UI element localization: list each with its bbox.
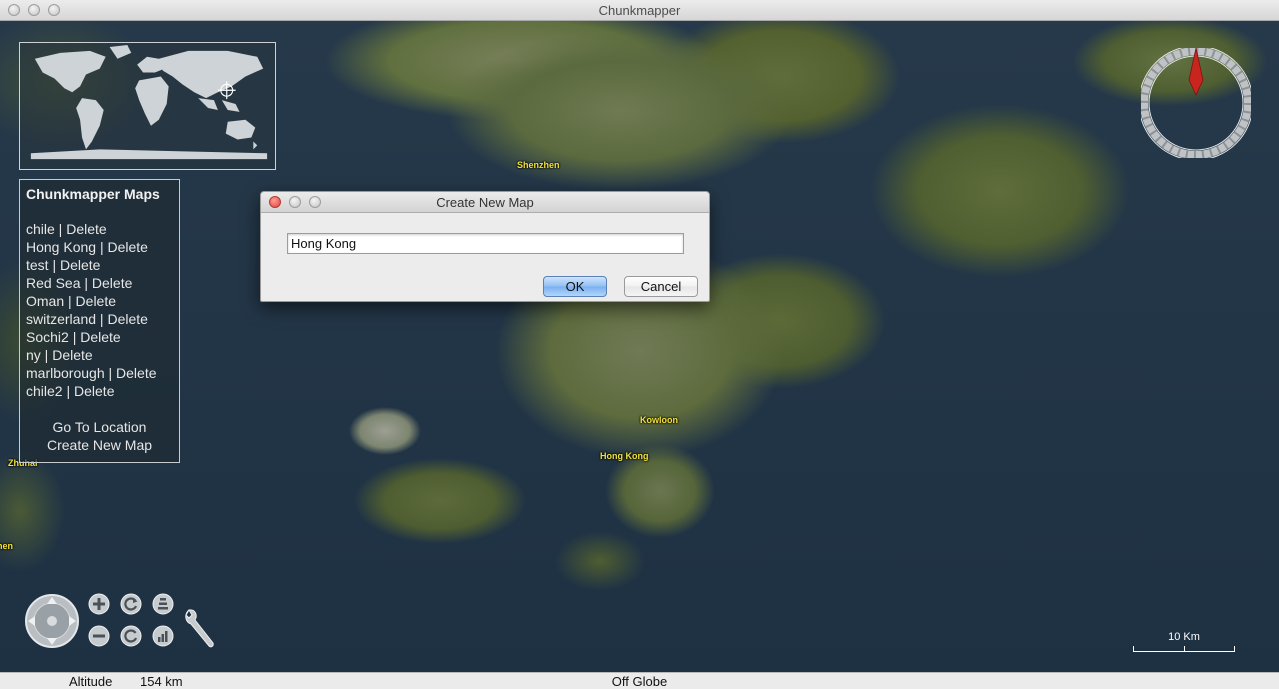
separator: | bbox=[96, 311, 108, 327]
map-label-hong-kong: Hong Kong bbox=[600, 451, 649, 461]
scale-label: 10 Km bbox=[1168, 631, 1200, 643]
map-label-edge: nen bbox=[0, 541, 14, 551]
delete-map-link[interactable]: Delete bbox=[107, 311, 147, 327]
delete-map-link[interactable]: Delete bbox=[92, 275, 132, 291]
window-title: Chunkmapper bbox=[598, 3, 681, 18]
window-titlebar: Chunkmapper bbox=[0, 0, 1279, 21]
zoom-in-icon[interactable] bbox=[88, 593, 110, 615]
zoom-out-icon[interactable] bbox=[88, 625, 110, 647]
separator: | bbox=[80, 275, 92, 291]
cursor-position-readout: Off Globe bbox=[611, 674, 668, 689]
rotate-right-icon[interactable] bbox=[120, 625, 142, 647]
separator: | bbox=[104, 365, 117, 381]
map-list-item: marlborough | Delete bbox=[26, 364, 179, 382]
map-name-link[interactable]: switzerland bbox=[26, 311, 96, 327]
separator: | bbox=[96, 239, 108, 255]
map-list-item: switzerland | Delete bbox=[26, 310, 179, 328]
delete-map-link[interactable]: Delete bbox=[52, 347, 92, 363]
tilt-down-icon[interactable] bbox=[152, 625, 174, 647]
compass-icon[interactable] bbox=[1138, 45, 1254, 161]
map-name-link[interactable]: marlborough bbox=[26, 365, 105, 381]
map-list-item: ny | Delete bbox=[26, 346, 179, 364]
separator: | bbox=[64, 293, 76, 309]
map-name-link[interactable]: test bbox=[26, 257, 49, 273]
scale-bar: 10 Km bbox=[1132, 631, 1236, 653]
map-name-link[interactable]: Sochi2 bbox=[26, 329, 69, 345]
world-map-graphic bbox=[30, 44, 268, 160]
cancel-button[interactable]: Cancel bbox=[624, 276, 698, 297]
scale-bar-tick bbox=[1184, 646, 1185, 652]
separator: | bbox=[48, 257, 60, 273]
rotate-left-icon[interactable] bbox=[120, 593, 142, 615]
delete-map-link[interactable]: Delete bbox=[80, 329, 120, 345]
globe-map-view[interactable]: Shenzhen Kowloon Hong Kong Zhuhai nen bbox=[0, 21, 1279, 672]
map-name-link[interactable]: ny bbox=[26, 347, 41, 363]
map-label-kowloon: Kowloon bbox=[640, 415, 678, 425]
map-list-item: chile2 | Delete bbox=[26, 382, 179, 400]
map-list-item: test | Delete bbox=[26, 256, 179, 274]
maps-panel: Chunkmapper Maps chile | Delete Hong Kong… bbox=[19, 179, 180, 463]
map-name-link[interactable]: chile2 bbox=[26, 383, 63, 399]
dialog-title: Create New Map bbox=[436, 195, 534, 210]
maps-panel-title: Chunkmapper Maps bbox=[26, 186, 160, 202]
map-list: chile | Delete Hong Kong | Delete test | D… bbox=[26, 220, 179, 400]
create-new-map-link[interactable]: Create New Map bbox=[26, 436, 173, 454]
delete-map-link[interactable]: Delete bbox=[107, 239, 147, 255]
map-name-input[interactable] bbox=[287, 233, 684, 254]
map-name-link[interactable]: Hong Kong bbox=[26, 239, 96, 255]
pan-control-icon[interactable] bbox=[24, 593, 80, 649]
map-list-item: Oman | Delete bbox=[26, 292, 179, 310]
map-list-item: Hong Kong | Delete bbox=[26, 238, 179, 256]
separator: | bbox=[68, 329, 81, 345]
ok-button[interactable]: OK bbox=[543, 276, 607, 297]
separator: | bbox=[62, 383, 75, 399]
maps-panel-actions: Go To Location Create New Map bbox=[26, 418, 179, 454]
go-to-location-link[interactable]: Go To Location bbox=[26, 418, 173, 436]
separator: | bbox=[54, 221, 67, 237]
delete-map-link[interactable]: Delete bbox=[66, 221, 106, 237]
map-list-item: Red Sea | Delete bbox=[26, 274, 179, 292]
map-name-link[interactable]: Oman bbox=[26, 293, 64, 309]
dialog-titlebar: Create New Map bbox=[261, 192, 709, 213]
map-name-link[interactable]: chile bbox=[26, 221, 55, 237]
world-overview-map[interactable] bbox=[19, 42, 276, 170]
map-label-shenzhen: Shenzhen bbox=[517, 160, 560, 170]
delete-map-link[interactable]: Delete bbox=[74, 383, 114, 399]
map-list-item: Sochi2 | Delete bbox=[26, 328, 179, 346]
create-new-map-dialog: Create New Map OK Cancel bbox=[260, 191, 710, 302]
status-bar: Altitude 154 km Off Globe bbox=[0, 672, 1279, 689]
map-name-link[interactable]: Red Sea bbox=[26, 275, 80, 291]
delete-map-link[interactable]: Delete bbox=[76, 293, 116, 309]
delete-map-link[interactable]: Delete bbox=[116, 365, 156, 381]
separator: | bbox=[40, 347, 53, 363]
tilt-up-icon[interactable] bbox=[152, 593, 174, 615]
delete-map-link[interactable]: Delete bbox=[60, 257, 100, 273]
wrench-icon[interactable] bbox=[183, 606, 217, 650]
map-list-item: chile | Delete bbox=[26, 220, 179, 238]
